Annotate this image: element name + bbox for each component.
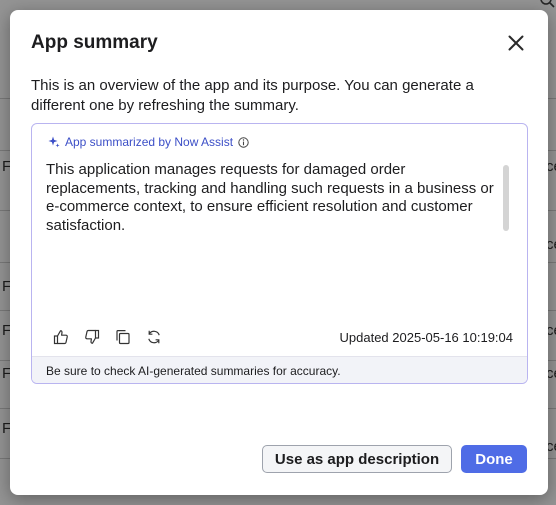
- copy-icon: [116, 330, 130, 345]
- summary-text: This application manages requests for da…: [46, 161, 494, 234]
- thumbs-up-icon: [53, 330, 68, 345]
- summary-scrollbar[interactable]: [503, 165, 509, 231]
- close-icon: [508, 35, 524, 51]
- updated-timestamp: Updated 2025-05-16 10:19:04: [339, 330, 513, 345]
- close-button[interactable]: [503, 30, 529, 56]
- dialog-title: App summary: [31, 32, 158, 53]
- refresh-button[interactable]: [145, 328, 163, 346]
- thumbs-up-button[interactable]: [52, 328, 70, 346]
- done-button[interactable]: Done: [461, 445, 527, 473]
- thumbs-down-button[interactable]: [83, 328, 101, 346]
- feedback-actions: [52, 328, 163, 346]
- summary-panel: App summarized by Now Assist This applic…: [31, 123, 528, 384]
- ai-header: App summarized by Now Assist: [48, 135, 249, 149]
- info-icon[interactable]: [238, 136, 249, 148]
- use-as-app-description-button[interactable]: Use as app description: [262, 445, 452, 473]
- ai-disclaimer: Be sure to check AI-generated summaries …: [32, 356, 527, 383]
- app-summary-dialog: App summary This is an overview of the a…: [10, 10, 548, 495]
- refresh-icon: [148, 330, 160, 344]
- copy-button[interactable]: [114, 328, 132, 346]
- dialog-intro: This is an overview of the app and its p…: [31, 77, 474, 114]
- ai-label: App summarized by Now Assist: [65, 135, 234, 149]
- sparkle-icon: [48, 136, 60, 148]
- disclaimer-text: Be sure to check AI-generated summaries …: [46, 364, 341, 378]
- thumbs-down-icon: [85, 329, 100, 344]
